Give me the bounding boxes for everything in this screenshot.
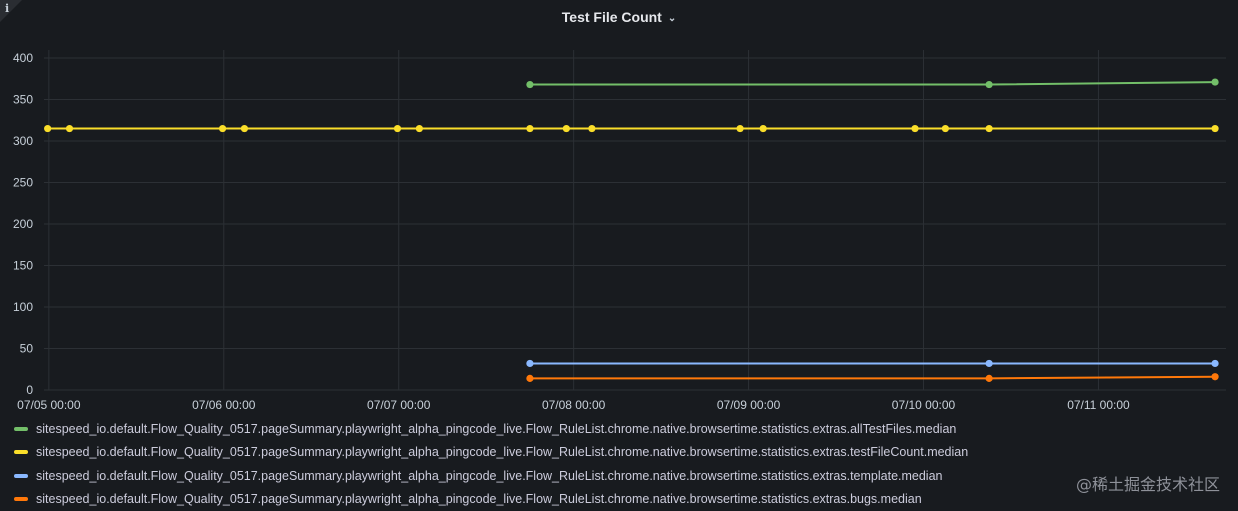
data-point[interactable] [526, 124, 534, 133]
data-point[interactable] [736, 124, 744, 133]
x-axis-ticks: 07/05 00:00 07/06 00:00 07/07 00:00 07/08 0… [17, 398, 1130, 412]
data-point[interactable] [526, 80, 534, 89]
x-tick-label: 07/09 00:00 [717, 398, 781, 412]
x-tick-label: 07/11 00:00 [1067, 398, 1130, 412]
data-point[interactable] [759, 124, 767, 133]
data-point[interactable] [526, 359, 534, 368]
legend-item[interactable]: sitespeed_io.default.Flow_Quality_0517.p… [14, 488, 968, 511]
y-tick-label: 150 [13, 259, 33, 273]
series-3 [526, 373, 1219, 382]
data-point[interactable] [985, 124, 993, 133]
series-line [529, 81, 1216, 86]
data-point[interactable] [985, 374, 993, 382]
series-0 [526, 78, 1219, 89]
data-point[interactable] [1211, 78, 1219, 86]
data-point[interactable] [415, 124, 423, 133]
legend-swatch [14, 426, 28, 431]
x-tick-label: 07/07 00:00 [367, 398, 431, 412]
data-point[interactable] [240, 124, 249, 133]
x-tick-label: 07/05 00:00 [17, 398, 81, 412]
y-tick-label: 400 [13, 51, 33, 65]
y-tick-label: 300 [13, 134, 33, 148]
y-tick-label: 350 [13, 93, 33, 107]
y-tick-label: 200 [13, 217, 33, 231]
legend-label[interactable]: sitespeed_io.default.Flow_Quality_0517.p… [36, 492, 922, 506]
y-axis-ticks: 0 50 100 150 200 250 300 350 400 [13, 51, 33, 397]
chart-canvas: 050100150200250300350400 07/05 00:00 07/0… [13, 50, 1226, 412]
legend-item[interactable]: sitespeed_io.default.Flow_Quality_0517.p… [14, 417, 968, 441]
watermark-text: @稀土掘金技术社区 [1075, 475, 1220, 494]
x-tick-label: 07/06 00:00 [192, 398, 256, 412]
legend-label[interactable]: sitespeed_io.default.Flow_Quality_0517.p… [36, 469, 943, 483]
y-tick-label: 50 [20, 342, 34, 356]
data-point[interactable] [1211, 124, 1219, 133]
legend-item[interactable]: sitespeed_io.default.Flow_Quality_0517.p… [14, 464, 968, 488]
y-tick-label: 100 [13, 300, 33, 314]
chart-grid [44, 50, 1226, 391]
legend-swatch [14, 473, 28, 478]
series-line [529, 375, 1216, 380]
series-2 [526, 359, 1219, 368]
data-point[interactable] [588, 124, 596, 133]
chart-legend: sitespeed_io.default.Flow_Quality_0517.p… [14, 417, 968, 511]
data-point[interactable] [985, 80, 993, 89]
data-point[interactable] [562, 124, 570, 133]
legend-item[interactable]: sitespeed_io.default.Flow_Quality_0517.p… [14, 441, 968, 465]
data-point[interactable] [1211, 373, 1219, 381]
data-point[interactable] [393, 124, 402, 133]
data-point[interactable] [911, 124, 919, 133]
data-point[interactable] [1211, 359, 1219, 368]
series-1 [44, 124, 1219, 133]
data-point[interactable] [65, 124, 74, 133]
legend-label[interactable]: sitespeed_io.default.Flow_Quality_0517.p… [36, 422, 956, 436]
data-point[interactable] [985, 359, 993, 368]
graph-panel: i Test File Count ⌄ 0 50 100 150 200 250 300 350… [0, 0, 1238, 511]
legend-swatch [14, 497, 28, 502]
data-point[interactable] [526, 374, 534, 382]
y-tick-label: 250 [13, 176, 33, 190]
data-point[interactable] [218, 124, 227, 133]
x-tick-label: 07/10 00:00 [892, 398, 956, 412]
data-point[interactable] [44, 124, 52, 133]
y-tick-label: 0 [26, 383, 33, 397]
legend-label[interactable]: sitespeed_io.default.Flow_Quality_0517.p… [36, 445, 968, 459]
data-point[interactable] [941, 124, 949, 133]
x-tick-label: 07/08 00:00 [542, 398, 606, 412]
chart-series [44, 78, 1219, 382]
legend-swatch [14, 450, 28, 455]
